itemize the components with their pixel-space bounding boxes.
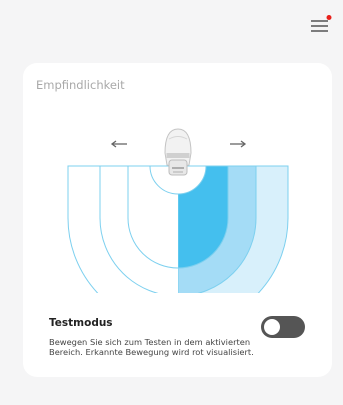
menu-button[interactable] [308, 12, 334, 38]
arrow-right-icon [230, 140, 247, 148]
arrow-left-icon [110, 140, 127, 148]
detection-zone-visualization [67, 128, 289, 293]
test-mode-label: Testmodus [49, 317, 113, 329]
top-bar [0, 0, 343, 50]
hamburger-menu-icon [311, 15, 332, 32]
test-mode-toggle[interactable] [261, 316, 305, 338]
test-mode-description: Bewegen Sie sich zum Testen in dem aktiv… [49, 337, 254, 358]
section-title: Empfindlichkeit [36, 78, 125, 92]
sensitivity-card: Empfindlichkeit Testmodus Bewegen Sie si… [23, 63, 332, 377]
motion-sensor-icon [164, 128, 192, 176]
notification-dot [326, 15, 332, 20]
toggle-knob [264, 319, 280, 335]
